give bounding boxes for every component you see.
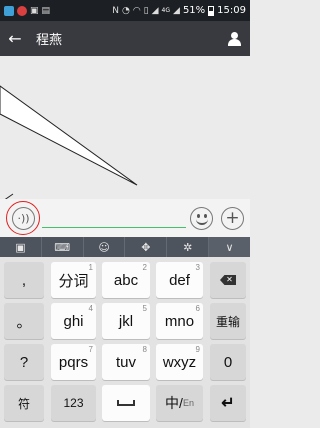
status-bar: ▣ ▤ N ◔ ◠ ▯ ◢ 4G ◢ 51% 15:09	[0, 0, 250, 21]
keyboard-toolbar: ▣ ⌨ ☺ ✥ ✲ ∨	[0, 237, 250, 257]
key-2-abc[interactable]: abc 2	[102, 262, 150, 298]
emoji-icon[interactable]: ☺	[84, 237, 126, 257]
network-type: 4G	[161, 7, 171, 14]
clock: 15:09	[217, 5, 246, 16]
battery-percent: 51%	[182, 5, 206, 16]
notification-icon	[17, 5, 27, 16]
key-question[interactable]: ?	[4, 344, 44, 380]
menu-icon[interactable]: ▣	[0, 237, 42, 257]
space-icon	[117, 400, 135, 406]
key-6-mno[interactable]: mno 6	[156, 303, 203, 339]
nfc-icon: N	[112, 5, 119, 16]
key-8-tuv[interactable]: tuv 8	[102, 344, 150, 380]
key-numbers[interactable]: 123	[51, 385, 96, 421]
message-input[interactable]	[42, 227, 186, 228]
collapse-icon[interactable]: ∨	[209, 237, 250, 257]
key-lang-switch[interactable]: 中/En	[156, 385, 203, 421]
key-space[interactable]	[102, 385, 150, 421]
key-reinput[interactable]: 重输	[210, 303, 246, 339]
notification-icon	[4, 5, 14, 16]
wifi-icon: ◠	[132, 5, 141, 16]
enter-icon: ↵	[221, 395, 235, 412]
cursor-move-icon[interactable]: ✥	[125, 237, 168, 257]
chat-input-bar: ·)) +	[0, 199, 250, 237]
title-bar: ← 程燕	[0, 21, 250, 56]
voice-input-icon[interactable]: ·))	[12, 207, 35, 230]
gallery-icon: ▣	[30, 5, 39, 16]
chat-title: 程燕	[36, 33, 63, 48]
key-9-wxyz[interactable]: wxyz 9	[156, 344, 203, 380]
key-7-pqrs[interactable]: pqrs 7	[51, 344, 96, 380]
alarm-icon: ◔	[121, 5, 130, 16]
t9-keyboard: , 分词 1 abc 2 def 3 ✕ 。 ghi 4 jkl 5 mno 6 重输 ? …	[0, 257, 250, 428]
callout-annotation	[0, 85, 138, 204]
backspace-icon: ✕	[220, 275, 236, 285]
back-arrow-icon[interactable]: ←	[0, 29, 30, 48]
key-4-ghi[interactable]: ghi 4	[51, 303, 96, 339]
person-icon[interactable]	[227, 31, 241, 46]
key-comma[interactable]: ,	[4, 262, 44, 298]
keyboard-icon[interactable]: ⌨	[42, 237, 84, 257]
emoji-button-icon[interactable]	[190, 207, 213, 230]
signal-icon: ◢	[151, 5, 159, 16]
battery-icon	[208, 5, 215, 16]
signal-icon: ◢	[173, 5, 180, 16]
key-backspace[interactable]: ✕	[210, 262, 246, 298]
more-plus-icon[interactable]: +	[221, 207, 244, 230]
key-5-jkl[interactable]: jkl 5	[102, 303, 150, 339]
key-enter[interactable]: ↵	[210, 385, 246, 421]
vibrate-icon: ▯	[143, 5, 149, 16]
key-period[interactable]: 。	[4, 303, 44, 339]
key-symbols[interactable]: 符	[4, 385, 44, 421]
key-1-fenci[interactable]: 分词 1	[51, 262, 96, 298]
key-3-def[interactable]: def 3	[156, 262, 203, 298]
settings-icon[interactable]: ✲	[167, 237, 210, 257]
image-icon: ▤	[41, 5, 51, 16]
key-0[interactable]: 0	[210, 344, 246, 380]
